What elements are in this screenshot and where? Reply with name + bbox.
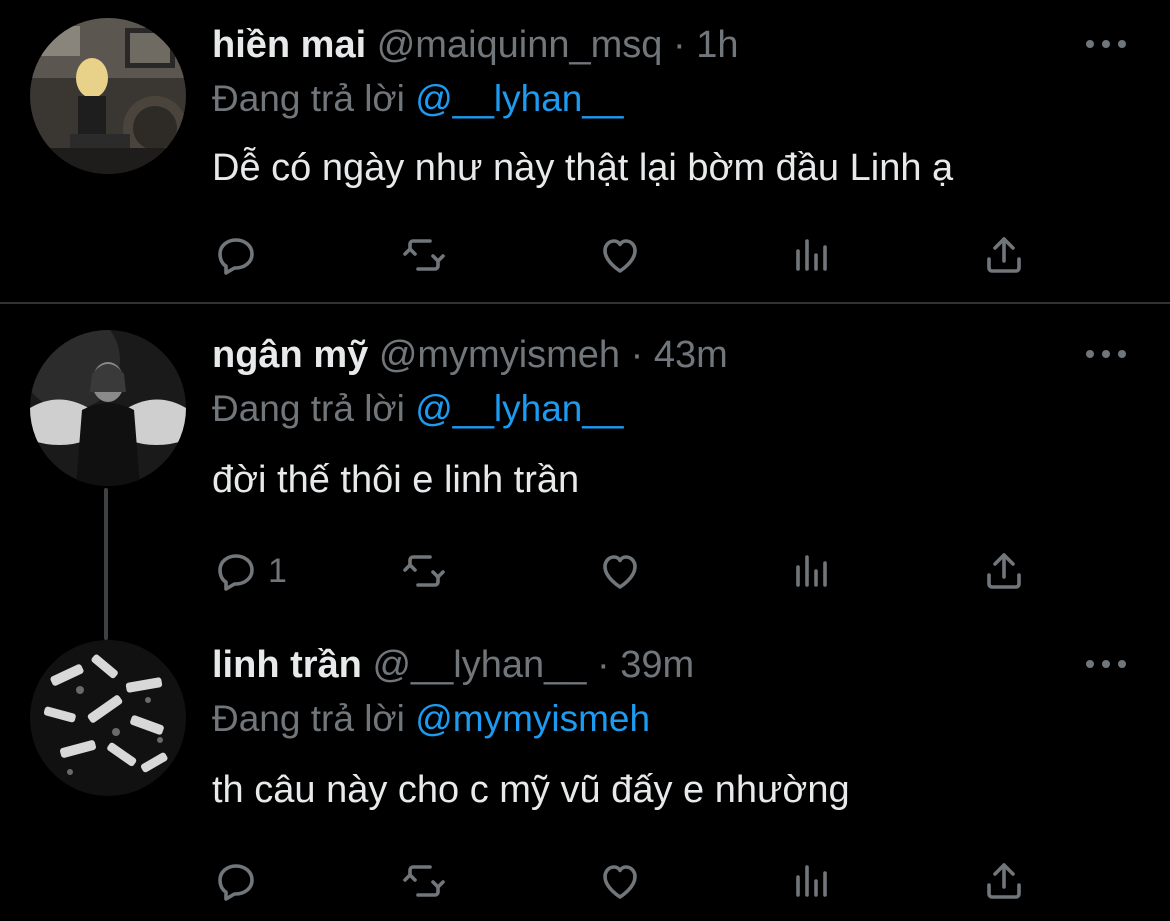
share-button[interactable] [980, 856, 1028, 906]
tweet-divider [0, 302, 1170, 304]
replying-to: Đang trả lời @mymyismeh [212, 696, 650, 742]
user-handle[interactable]: @maiquinn_msq [377, 24, 663, 66]
display-name[interactable]: linh trần [212, 644, 362, 686]
like-icon [603, 239, 637, 273]
share-icon [987, 553, 1021, 589]
tweet-text: th câu này cho c mỹ vũ đấy e nhường [212, 769, 850, 811]
reply-icon [218, 554, 254, 591]
reply-button[interactable]: 1 [212, 546, 287, 596]
share-button[interactable] [980, 230, 1028, 280]
replying-to: Đang trả lời @__lyhan__ [212, 76, 624, 122]
tweet-header: hiền mai @maiquinn_msq · 1h [212, 22, 739, 68]
like-button[interactable] [596, 546, 644, 596]
tweet-actions [212, 230, 1112, 280]
user-handle[interactable]: @__lyhan__ [372, 644, 586, 686]
like-icon [603, 865, 637, 899]
reply-icon [218, 864, 254, 901]
reply-icon [218, 238, 254, 275]
like-button[interactable] [596, 230, 644, 280]
retweet-icon [403, 239, 445, 271]
retweet-button[interactable] [400, 546, 448, 596]
separator: · [630, 334, 644, 376]
retweet-icon [403, 555, 445, 587]
more-icon[interactable] [1086, 652, 1126, 676]
retweet-button[interactable] [400, 230, 448, 280]
analytics-icon [796, 865, 827, 897]
avatar[interactable] [30, 640, 186, 796]
reply-mention[interactable]: @__lyhan__ [415, 388, 623, 429]
timestamp[interactable]: 43m [654, 334, 728, 376]
analytics-icon [796, 239, 827, 271]
analytics-button[interactable] [788, 230, 836, 280]
tweet-1[interactable]: hiền mai @maiquinn_msq · 1h Đang trả lời… [0, 0, 1170, 300]
share-icon [987, 863, 1021, 899]
reply-mention[interactable]: @mymyismeh [415, 698, 650, 739]
reply-count: 1 [268, 551, 287, 590]
tweet-header: linh trần @__lyhan__ · 39m [212, 642, 694, 688]
replying-to: Đang trả lời @__lyhan__ [212, 386, 624, 432]
more-icon[interactable] [1086, 32, 1126, 56]
replying-prefix: Đang trả lời [212, 698, 405, 739]
display-name[interactable]: hiền mai [212, 24, 366, 66]
share-icon [987, 237, 1021, 273]
reply-button[interactable] [212, 230, 268, 280]
tweet-actions: 1 [212, 546, 1112, 596]
reply-button[interactable] [212, 856, 268, 906]
tweet-2[interactable]: ngân mỹ @mymyismeh · 43m Đang trả lời @_… [0, 310, 1170, 620]
tweet-actions [212, 856, 1112, 906]
tweet-3[interactable]: linh trần @__lyhan__ · 39m Đang trả lời … [0, 620, 1170, 921]
analytics-button[interactable] [788, 546, 836, 596]
display-name[interactable]: ngân mỹ [212, 334, 368, 376]
user-handle[interactable]: @mymyismeh [379, 334, 620, 376]
reply-mention[interactable]: @__lyhan__ [415, 78, 623, 119]
replying-prefix: Đang trả lời [212, 78, 405, 119]
more-icon[interactable] [1086, 342, 1126, 366]
avatar[interactable] [30, 18, 186, 174]
retweet-icon [403, 865, 445, 897]
like-button[interactable] [596, 856, 644, 906]
replying-prefix: Đang trả lời [212, 388, 405, 429]
tweet-text: đời thế thôi e linh trần [212, 459, 580, 501]
share-button[interactable] [980, 546, 1028, 596]
tweet-text: Dễ có ngày như này thật lại bờm đầu Linh… [212, 147, 954, 189]
timestamp[interactable]: 1h [696, 24, 738, 66]
analytics-button[interactable] [788, 856, 836, 906]
analytics-icon [796, 555, 827, 587]
timestamp[interactable]: 39m [620, 644, 694, 686]
avatar[interactable] [30, 330, 186, 486]
like-icon [603, 555, 637, 589]
retweet-button[interactable] [400, 856, 448, 906]
tweet-header: ngân mỹ @mymyismeh · 43m [212, 332, 728, 378]
separator: · [596, 644, 610, 686]
separator: · [673, 24, 686, 66]
